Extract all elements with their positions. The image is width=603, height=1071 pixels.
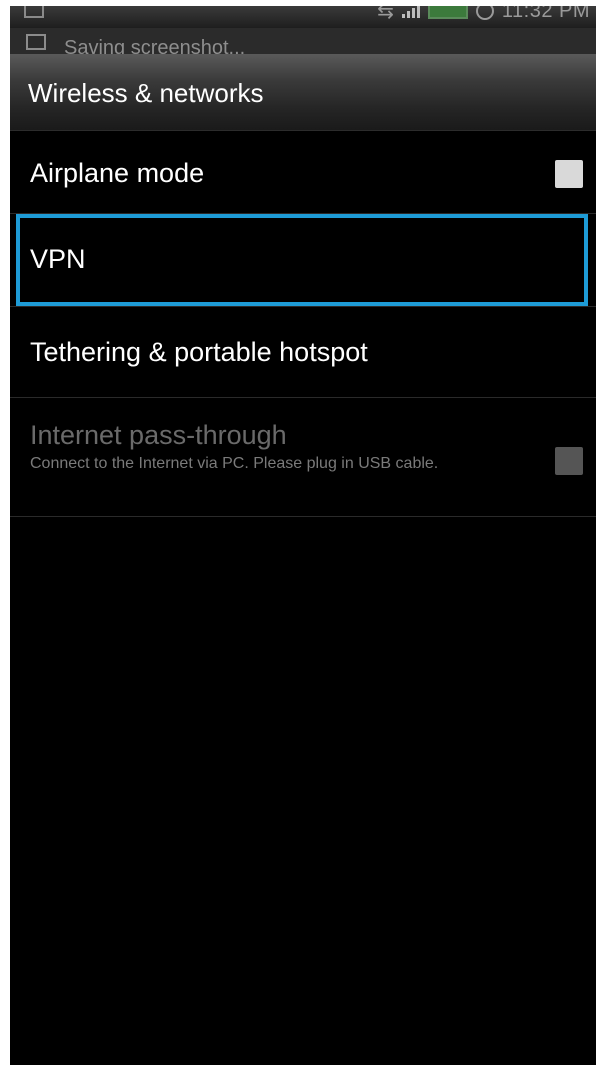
airplane-mode-label: Airplane mode (30, 158, 205, 188)
image-icon (26, 34, 46, 50)
battery-icon (427, 6, 468, 19)
page-header: Wireless & networks (10, 54, 596, 131)
usb-icon: ⇆ (377, 6, 394, 23)
tethering-row[interactable]: Tethering & portable hotspot (10, 307, 596, 398)
phone-screen: ⇆ 11:32 PM Saving screenshot... Wireless… (10, 6, 596, 1065)
status-time: 11:32 PM (501, 6, 590, 22)
internet-pass-through-summary: Connect to the Internet via PC. Please p… (30, 455, 439, 472)
focus-highlight (16, 214, 588, 306)
notification-ticker: Saving screenshot... (10, 28, 596, 59)
airplane-mode-row[interactable]: Airplane mode (10, 131, 596, 214)
internet-pass-through-checkbox (555, 447, 583, 475)
tethering-label: Tethering & portable hotspot (30, 337, 368, 367)
alarm-icon (475, 6, 494, 20)
airplane-mode-checkbox[interactable] (555, 160, 583, 188)
status-bar: ⇆ 11:32 PM (10, 6, 596, 28)
signal-icon (401, 6, 420, 18)
screenshot-icon (24, 6, 44, 18)
internet-pass-through-row: Internet pass-through Connect to the Int… (10, 398, 596, 517)
internet-pass-through-label: Internet pass-through (30, 420, 287, 450)
page-title: Wireless & networks (28, 78, 264, 108)
status-icons: ⇆ 11:32 PM (377, 6, 590, 23)
